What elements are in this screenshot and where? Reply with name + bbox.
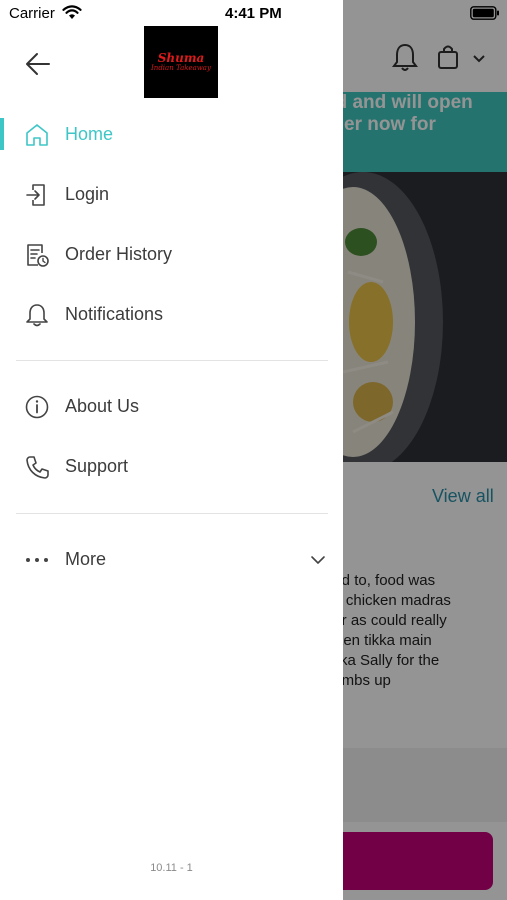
app-version: 10.11 - 1: [150, 862, 193, 874]
restaurant-logo: Shuma Indian Takeaway: [144, 26, 218, 98]
nav-item-more[interactable]: More: [0, 535, 343, 585]
clock: 4:41 PM: [225, 5, 282, 22]
nav-item-label: Notifications: [65, 304, 164, 324]
nav-item-label: Support: [65, 456, 129, 476]
back-arrow-icon[interactable]: [24, 50, 52, 78]
bell-icon: [26, 304, 48, 327]
carrier-label: Carrier: [9, 5, 55, 22]
logo-name: Shuma: [157, 50, 205, 65]
menu-divider: [16, 360, 328, 361]
status-bar: Carrier 4:41 PM: [0, 0, 507, 28]
nav-item-label: Login: [65, 184, 110, 204]
nav-item-order-history[interactable]: Order History: [0, 230, 343, 280]
wifi-icon: [62, 5, 82, 19]
chevron-down-icon[interactable]: [310, 555, 326, 565]
navigation-drawer: Shuma Indian Takeaway Home Login Order H…: [0, 0, 343, 900]
battery-icon: [470, 6, 499, 20]
nav-item-support[interactable]: Support: [0, 442, 343, 492]
login-icon: [26, 184, 45, 206]
order-history-icon: [27, 244, 49, 267]
nav-item-login[interactable]: Login: [0, 170, 343, 220]
nav-item-label: More: [65, 549, 107, 569]
info-icon: [25, 395, 49, 419]
nav-item-label: Home: [65, 124, 114, 144]
nav-item-home[interactable]: Home: [0, 110, 343, 160]
nav-item-label: About Us: [65, 396, 140, 416]
logo-tagline: Indian Takeaway: [151, 63, 211, 72]
home-icon: [26, 124, 48, 146]
phone-icon: [26, 456, 49, 479]
nav-item-about-us[interactable]: About Us: [0, 382, 343, 432]
nav-item-notifications[interactable]: Notifications: [0, 290, 343, 340]
menu-divider: [16, 513, 328, 514]
more-dots-icon: [26, 558, 48, 562]
nav-item-label: Order History: [65, 244, 173, 264]
